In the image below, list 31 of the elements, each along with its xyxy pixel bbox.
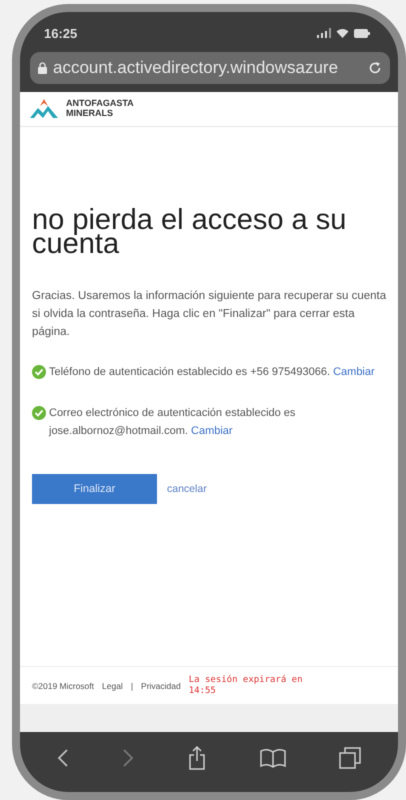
footer-link[interactable]: Privacidad <box>141 681 181 692</box>
finish-button[interactable]: Finalizar <box>32 474 157 504</box>
battery-icon <box>354 28 370 38</box>
change-link[interactable]: Cambiar <box>191 424 233 437</box>
footer-link[interactable]: Legal <box>102 681 123 692</box>
reload-icon[interactable] <box>368 61 382 75</box>
url-text: account.activedirectory.windowsazure <box>53 58 340 78</box>
forward-icon[interactable] <box>122 748 134 768</box>
signal-icon <box>317 28 331 38</box>
share-icon[interactable] <box>188 746 206 770</box>
back-icon[interactable] <box>56 748 69 768</box>
status-time: 16:25 <box>44 26 78 40</box>
check-circle-icon <box>32 364 46 379</box>
page-heading: no pierda el acceso a su cuenta <box>32 209 348 257</box>
brand-subtitle: MINERALS <box>66 109 114 119</box>
tabs-icon[interactable] <box>339 747 362 769</box>
change-link[interactable]: Cambiar <box>333 366 375 378</box>
book-icon[interactable] <box>260 748 286 768</box>
confirmation-text: Correo electrónico de autenticación establecido es jose.albornoz@hotmail.com. Cambiar <box>49 406 296 439</box>
intro-paragraph: Gracias. Usaremos la información siguiente para recuperar su cuenta si olvida la contraseña. Haga clic en "Finalizar" para cerrar esta página. <box>32 288 388 340</box>
cancel-link[interactable]: cancelar <box>167 483 207 496</box>
check-circle-icon <box>32 406 46 420</box>
copyright-text: ©2019 Microsoft <box>32 681 94 692</box>
wifi-icon <box>336 28 349 38</box>
footer-separator: | <box>130 681 134 692</box>
address-bar[interactable]: account.activedirectory.windowsazure <box>30 52 390 84</box>
confirmation-text: Teléfono de autenticación establecido es +56 975493066. Cambiar <box>49 364 375 380</box>
lock-icon <box>38 62 47 74</box>
mountain-logo-icon <box>30 98 58 120</box>
brand-name: ANTOFAGASTA <box>66 99 134 109</box>
session-warning: La sesión expirará en 14:55 <box>188 674 304 698</box>
